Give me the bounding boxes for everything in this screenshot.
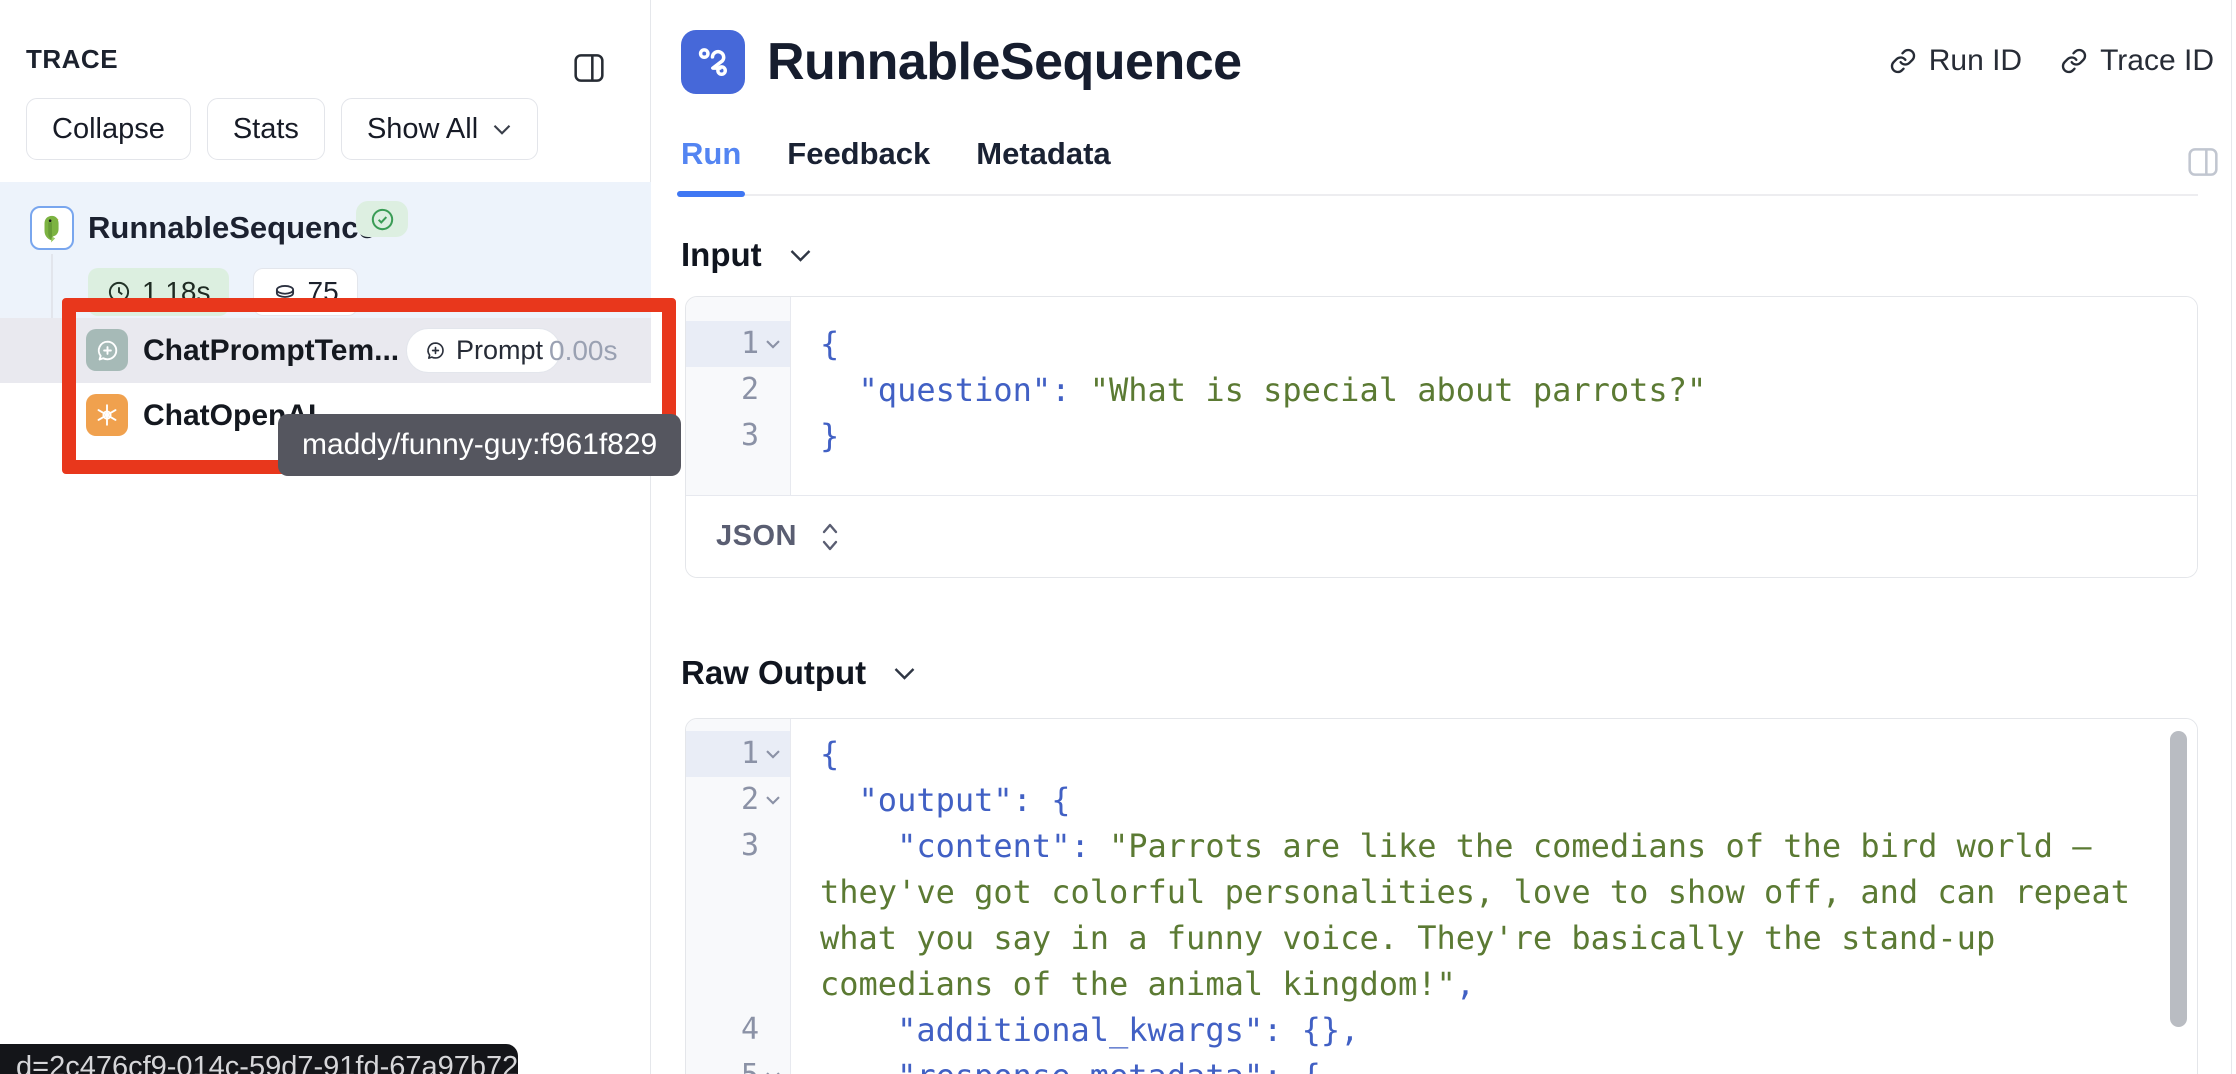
root-run-label[interactable]: RunnableSequence [88,206,376,250]
tab-feedback[interactable]: Feedback [787,136,930,194]
code-line: 1{ [686,731,2197,777]
check-circle-icon [369,206,396,233]
chevron-down-icon [788,248,813,263]
status-url-tooltip: d=2c476cf9-014c-59d7-91fd-67a97b72b632 [0,1044,518,1074]
run-duration: 0.00s [549,318,618,383]
run-id-label: Run ID [1929,44,2022,78]
fold-chevron-icon[interactable] [765,339,781,350]
stats-button-label: Stats [233,113,299,146]
sidebar-toolbar: Collapse Stats Show All [26,98,538,160]
line-number: 2 [727,777,759,823]
run-type-label: Prompt [456,335,543,366]
line-number-gutter: 4 [686,1007,790,1053]
sidebar-title: TRACE [26,44,118,75]
collapse-panel-icon[interactable] [573,52,605,84]
code-line: 4 "additional_kwargs": {}, [686,1007,2197,1053]
run-type-badge: Prompt [406,328,561,373]
input-heading-label: Input [681,236,762,274]
token-count-value: 75 [308,276,339,308]
id-links: Run ID Trace ID [1889,44,2214,78]
toggle-side-panel-icon[interactable] [2187,146,2219,178]
duration-value: 1.18s [142,276,211,308]
raw-output-heading-label: Raw Output [681,654,866,692]
run-id-button[interactable]: Run ID [1889,44,2022,78]
route-icon [692,41,734,83]
link-icon [1889,47,1917,75]
code-line-text: "response_metadata": { [790,1053,2197,1074]
trace-id-button[interactable]: Trace ID [2060,44,2214,78]
chevron-down-icon [492,123,512,136]
raw-output-code-card: 1{2 "output": {3 "content": "Parrots are… [685,718,2198,1074]
code-line: 3 "content": "Parrots are like the comed… [686,823,2197,1007]
token-icon [272,279,298,305]
line-number-gutter: 1 [686,321,790,367]
line-number: 2 [727,367,759,413]
line-number: 1 [727,731,759,777]
line-number: 3 [727,413,759,459]
format-select[interactable]: JSON [716,520,797,553]
tab-run[interactable]: Run [681,136,741,194]
fold-chevron-icon[interactable] [765,749,781,760]
code-line-text: "additional_kwargs": {}, [790,1007,2197,1053]
line-number: 1 [727,321,759,367]
code-line: 5 "response_metadata": { [686,1053,2197,1074]
code-line-text: "content": "Parrots are like the comedia… [790,823,2197,1007]
input-code-editor: 1{2 "question": "What is special about p… [686,297,2197,495]
select-updown-icon[interactable] [819,520,841,554]
link-icon [2060,47,2088,75]
chevron-down-icon [892,666,917,681]
show-all-label: Show All [367,113,478,146]
code-line-text: "question": "What is special about parro… [790,367,2197,413]
token-count-badge: 75 [253,268,358,316]
collapse-button-label: Collapse [52,113,165,146]
root-run-badges: 1.18s 75 [88,268,358,316]
line-number-gutter: 1 [686,731,790,777]
trace-sidebar: TRACE Collapse Stats Show All [0,0,651,1074]
input-card-footer: JSON [686,495,2197,577]
code-line: 1{ [686,321,2197,367]
code-line: 2 "output": { [686,777,2197,823]
run-tabs: Run Feedback Metadata [681,136,2198,196]
run-detail-panel: RunnableSequence Run ID Trace ID [651,0,2232,1074]
duration-badge: 1.18s [88,268,229,316]
prompt-template-icon [86,329,128,371]
prompt-badge-icon [424,339,447,362]
input-code-card: 1{2 "question": "What is special about p… [685,296,2198,578]
page-title: RunnableSequence [767,32,1242,92]
code-line: 3} [686,413,2197,459]
code-line-text: "output": { [790,777,2197,823]
fold-chevron-icon[interactable] [765,795,781,806]
trace-id-label: Trace ID [2100,44,2214,78]
tree-row-chat-prompt-template[interactable]: ChatPromptTem... Prompt 0.00s [0,318,651,383]
collapse-button[interactable]: Collapse [26,98,191,160]
line-number-gutter: 2 [686,777,790,823]
show-all-dropdown[interactable]: Show All [341,98,538,160]
line-number-gutter: 3 [686,413,790,459]
openai-icon [86,394,128,436]
line-number: 5 [727,1053,759,1074]
line-number: 3 [727,823,759,869]
trace-view-app: TRACE Collapse Stats Show All [0,0,2236,1074]
code-line: 2 "question": "What is special about par… [686,367,2197,413]
prompt-ref-tooltip: maddy/funny-guy:f961f829 [278,414,681,476]
input-section-heading[interactable]: Input [681,236,2231,274]
raw-output-code-editor: 1{2 "output": {3 "content": "Parrots are… [686,719,2197,1074]
tab-metadata[interactable]: Metadata [976,136,1110,194]
scrollbar-thumb[interactable] [2170,731,2187,1027]
raw-output-section-heading[interactable]: Raw Output [681,654,2231,692]
line-number-gutter: 5 [686,1053,790,1074]
parrot-icon [30,206,74,250]
line-number: 4 [727,1007,759,1053]
runnable-sequence-icon [681,30,745,94]
chat-bubble-plus-icon [94,337,121,364]
code-line-text: } [790,413,2197,459]
stats-button[interactable]: Stats [207,98,325,160]
success-status-badge [356,201,408,237]
run-label: ChatPromptTem... [143,318,399,383]
code-line-text: { [790,731,2197,777]
clock-icon [106,279,132,305]
line-number-gutter: 3 [686,823,790,1007]
code-line-text: { [790,321,2197,367]
line-number-gutter: 2 [686,367,790,413]
